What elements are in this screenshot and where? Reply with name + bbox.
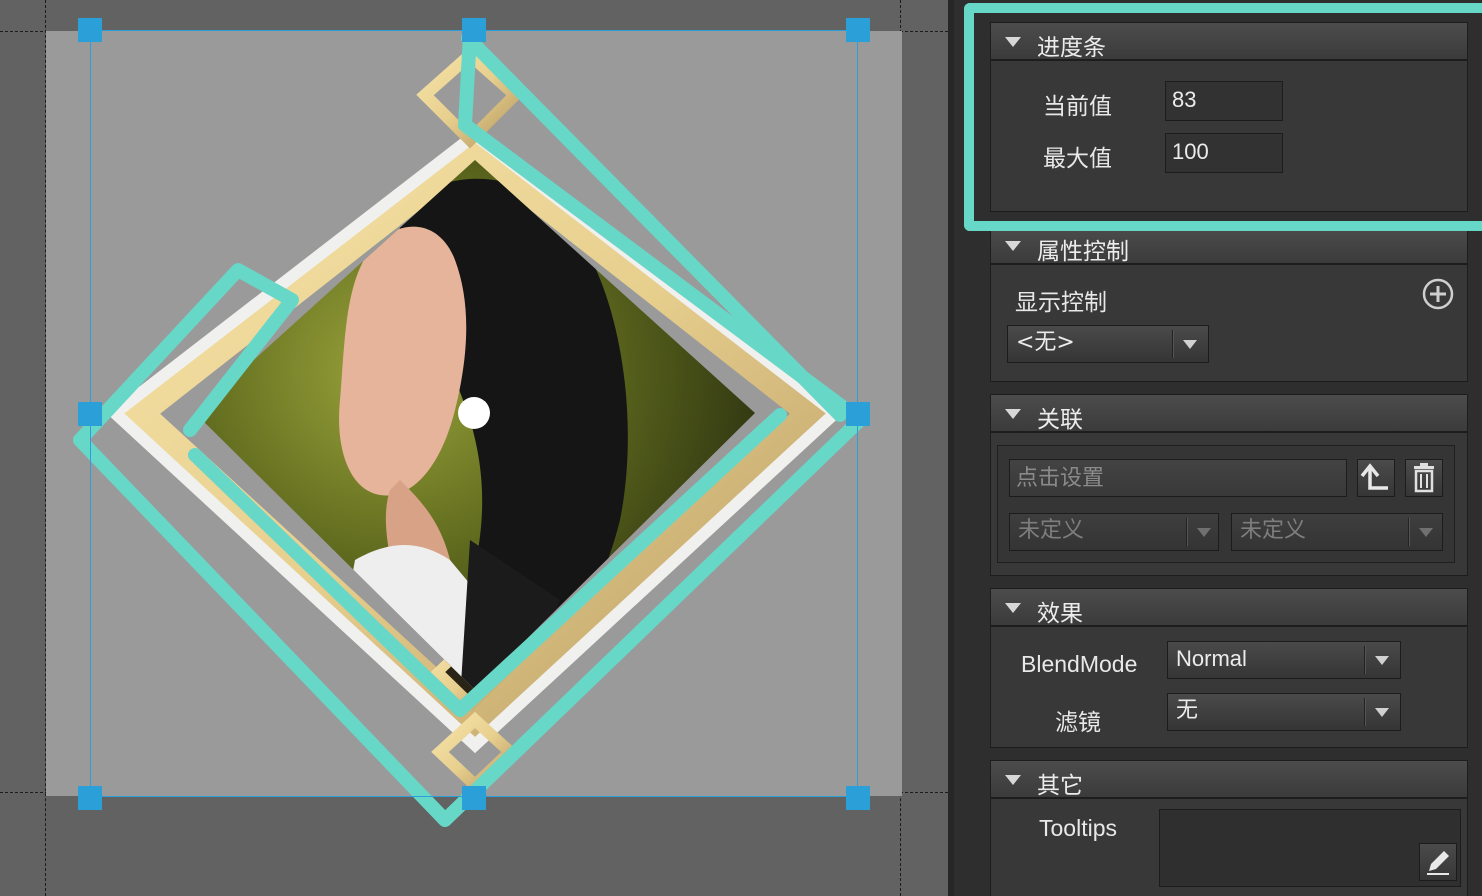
relation-select-left[interactable]: 未定义 — [1009, 513, 1219, 551]
collapse-triangle-icon[interactable] — [1005, 775, 1021, 785]
section-header-attribute-control[interactable]: 属性控制 — [990, 226, 1468, 265]
select-value: 未定义 — [1240, 518, 1307, 543]
collapse-triangle-icon[interactable] — [1005, 241, 1021, 251]
section-header-effects[interactable]: 效果 — [990, 588, 1468, 627]
section-title: 属性控制 — [1037, 239, 1129, 265]
resize-handle-top-right[interactable] — [846, 18, 870, 42]
section-title: 效果 — [1037, 601, 1083, 627]
select-value: Normal — [1176, 646, 1247, 671]
arrow-up-icon — [1360, 463, 1388, 490]
select-value: <无> — [1016, 330, 1075, 355]
section-body-other: Tooltips — [990, 798, 1468, 896]
selection-frame — [90, 30, 858, 797]
annotation-highlight-box — [964, 3, 1482, 231]
resize-handle-bottom[interactable] — [462, 786, 486, 810]
section-header-other[interactable]: 其它 — [990, 760, 1468, 799]
select-value: 未定义 — [1018, 518, 1085, 543]
chevron-down-icon — [1375, 708, 1389, 717]
resize-handle-bottom-right[interactable] — [846, 786, 870, 810]
filter-label: 滤镜 — [1055, 710, 1101, 736]
delete-button[interactable] — [1405, 459, 1443, 497]
trash-icon — [1414, 463, 1434, 493]
resize-handle-bottom-left[interactable] — [78, 786, 102, 810]
plus-circle-icon[interactable] — [1421, 277, 1455, 311]
relation-input[interactable]: 点击设置 — [1009, 459, 1347, 497]
section-body-effects: BlendMode Normal 滤镜 无 — [990, 626, 1468, 748]
canvas-area[interactable] — [0, 0, 952, 896]
section-title: 其它 — [1037, 773, 1083, 799]
section-body-attribute-control: 显示控制 <无> — [990, 264, 1468, 382]
chevron-down-icon — [1375, 656, 1389, 665]
section-body-relation: 点击设置 未定义 未定义 — [990, 432, 1468, 576]
resize-handle-top-left[interactable] — [78, 18, 102, 42]
blendmode-select[interactable]: Normal — [1167, 641, 1401, 679]
resize-handle-left[interactable] — [78, 402, 102, 426]
chevron-down-icon — [1197, 528, 1211, 537]
collapse-triangle-icon[interactable] — [1005, 409, 1021, 419]
chevron-down-icon — [1183, 340, 1197, 349]
filter-select[interactable]: 无 — [1167, 693, 1401, 731]
tooltips-label: Tooltips — [1039, 815, 1117, 841]
edit-tooltips-button[interactable] — [1419, 843, 1457, 881]
resize-handle-right[interactable] — [846, 402, 870, 426]
collapse-triangle-icon[interactable] — [1005, 603, 1021, 613]
upload-button[interactable] — [1357, 459, 1395, 497]
resize-handle-top[interactable] — [462, 18, 486, 42]
section-header-relation[interactable]: 关联 — [990, 394, 1468, 433]
display-control-label: 显示控制 — [1015, 290, 1107, 316]
relation-select-right[interactable]: 未定义 — [1231, 513, 1443, 551]
section-title: 关联 — [1037, 407, 1083, 433]
chevron-down-icon — [1419, 528, 1433, 537]
display-control-select[interactable]: <无> — [1007, 325, 1209, 363]
blendmode-label: BlendMode — [1021, 651, 1138, 677]
select-value: 无 — [1176, 698, 1199, 723]
pencil-icon — [1427, 851, 1449, 875]
tooltips-textarea[interactable] — [1159, 809, 1461, 887]
